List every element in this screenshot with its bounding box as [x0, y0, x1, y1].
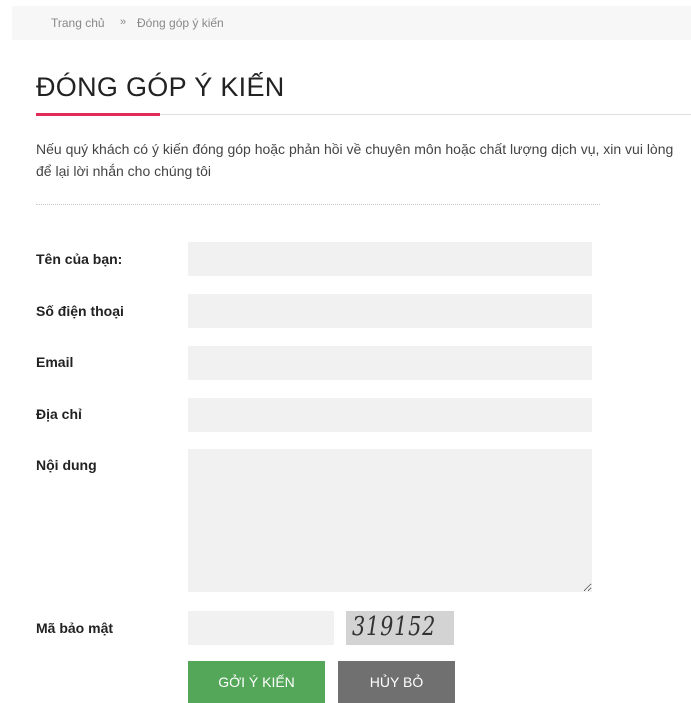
breadcrumb: Trang chủ » Đóng góp ý kiến: [12, 6, 691, 40]
name-field[interactable]: [188, 242, 592, 276]
captcha-code: 319152: [352, 612, 437, 642]
captcha-input[interactable]: [188, 611, 334, 645]
page-title: ĐÓNG GÓP Ý KIẾN: [36, 72, 285, 102]
intro-text: Nếu quý khách có ý kiến đóng góp hoặc ph…: [36, 141, 674, 179]
title-accent-bar: [36, 113, 160, 116]
address-field[interactable]: [188, 398, 592, 432]
captcha-image: 319152: [346, 611, 454, 645]
name-label: Tên của bạn:: [36, 251, 123, 267]
breadcrumb-current: Đóng góp ý kiến: [137, 16, 224, 30]
email-field[interactable]: [188, 346, 592, 380]
phone-field[interactable]: [188, 294, 592, 328]
content-label: Nội dung: [36, 457, 97, 473]
email-label: Email: [36, 354, 74, 370]
content-textarea[interactable]: [188, 449, 592, 592]
cancel-button[interactable]: HỦY BỎ: [338, 661, 455, 703]
captcha-label: Mã bảo mật: [36, 620, 114, 636]
section-divider: [36, 204, 600, 205]
breadcrumb-separator: »: [120, 16, 127, 28]
submit-button[interactable]: GỞI Ý KIẾN: [188, 661, 325, 703]
address-label: Địa chỉ: [36, 406, 82, 422]
phone-label: Số điện thoại: [36, 303, 124, 319]
breadcrumb-home-link[interactable]: Trang chủ: [51, 16, 105, 30]
